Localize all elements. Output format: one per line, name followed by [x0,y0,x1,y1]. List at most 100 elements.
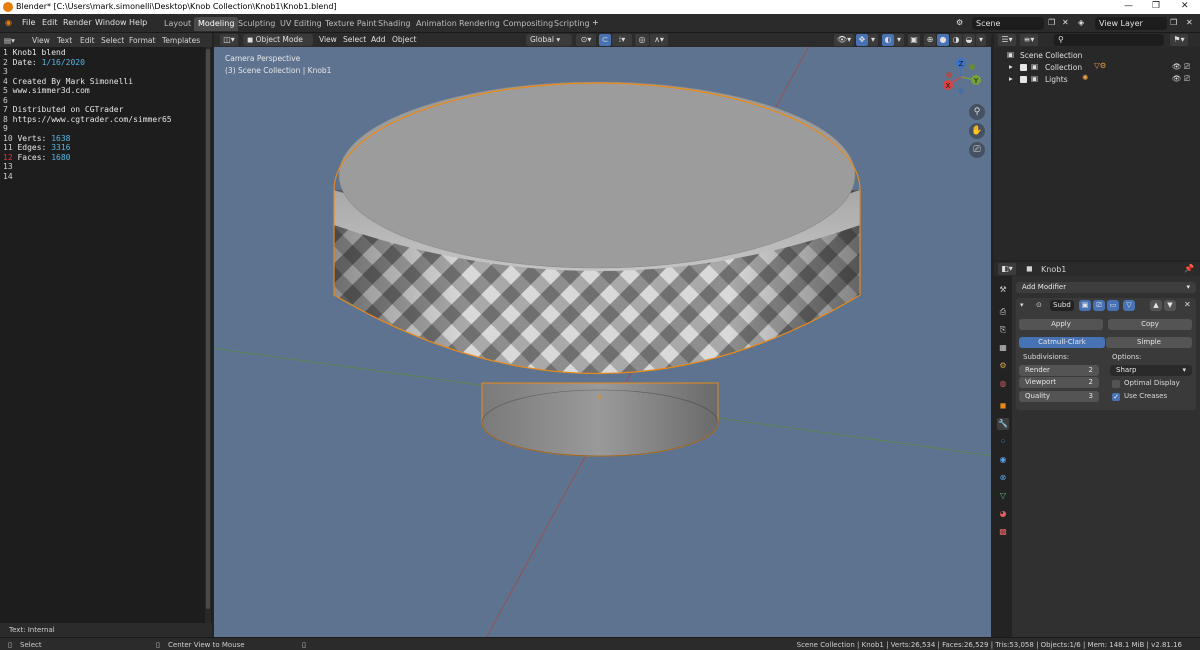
eye-icon[interactable]: 👁 [1172,62,1182,71]
vp-menu-add[interactable]: Add [371,35,386,44]
viewport-scene[interactable] [214,47,991,637]
gizmo-dropdown-icon[interactable]: ▾ [868,34,878,46]
te-menu-edit[interactable]: Edit [80,36,95,45]
snap-target-icon[interactable]: ⁞▾ [612,34,632,46]
menu-render[interactable]: Render [63,18,91,27]
tab-layout[interactable]: Layout [160,17,195,31]
quality-field[interactable]: Quality 3 [1019,391,1099,402]
apply-button[interactable]: Apply [1019,319,1103,330]
eye-icon[interactable]: 👁 [1172,74,1182,83]
simple-button[interactable]: Simple [1106,337,1192,348]
menu-file[interactable]: File [22,18,35,27]
zoom-icon[interactable]: ⚲ [969,104,985,120]
use-creases-checkbox[interactable]: ✓ [1112,393,1120,401]
te-menu-format[interactable]: Format [129,36,155,45]
text-line[interactable]: 6 [3,96,13,106]
delete-view-layer-icon[interactable]: ✕ [1186,18,1193,27]
tab-modeling[interactable]: Modeling [194,17,239,31]
world-tab-icon[interactable]: ◍ [997,378,1009,390]
edit-mode-toggle-icon[interactable]: ▣ [1079,300,1091,311]
rendered-shading-icon[interactable]: ◒ [963,34,975,46]
text-editor-scrollbar[interactable] [205,47,211,627]
view-layer-tab-icon[interactable]: ▦ [997,342,1009,354]
outliner-scene-collection[interactable]: ▣ Scene Collection [994,49,1200,61]
tab-animation[interactable]: Animation [412,17,461,31]
outliner-row-lights[interactable]: ▸ ▣ Lights ✺ 👁 ⎚ [994,73,1200,85]
move-up-icon[interactable]: ▲ [1150,300,1162,311]
view-layer-selector[interactable]: View Layer [1095,17,1167,30]
proportional-edit-icon[interactable]: ◎ [635,34,649,46]
exclude-checkbox[interactable] [1020,64,1027,71]
tab-rendering[interactable]: Rendering [455,17,504,31]
camera-view-icon[interactable]: ⎚ [969,142,985,158]
remove-modifier-icon[interactable]: ✕ [1184,300,1191,309]
xray-icon[interactable]: ▣ [908,34,920,46]
constraints-tab-icon[interactable]: ⊗ [997,472,1009,484]
close-window-button[interactable]: ✕ [1181,1,1189,11]
modifier-tab-icon[interactable]: 🔧 [997,418,1009,430]
render-toggle-icon[interactable]: ⎚ [1093,300,1105,311]
tab-texture-paint[interactable]: Texture Paint [321,17,381,31]
vp-menu-view[interactable]: View [319,35,337,44]
uv-smooth-dropdown[interactable]: Sharp ▾ [1110,365,1192,376]
new-scene-icon[interactable]: ❐ [1048,18,1055,27]
overlay-dropdown-icon[interactable]: ▾ [894,34,904,46]
menu-help[interactable]: Help [129,18,147,27]
blender-menu-icon[interactable]: ◉ [5,18,12,27]
render-camera-icon[interactable]: ⎚ [1184,62,1190,72]
text-line[interactable]: 3 [3,67,13,77]
scene-tab-icon[interactable]: ⚙ [997,360,1009,372]
collapse-arrow-icon[interactable]: ▾ [1020,301,1024,309]
text-line[interactable]: 11 Edges: 3316 [3,143,70,153]
properties-editor-type-icon[interactable]: ◧▾ [998,263,1016,275]
te-menu-select[interactable]: Select [101,36,124,45]
scene-icon[interactable]: ⚙ [956,18,963,27]
move-down-icon[interactable]: ▼ [1164,300,1176,311]
text-line[interactable]: 4 Created By Mark Simonelli [3,77,133,87]
material-shading-icon[interactable]: ◑ [950,34,962,46]
text-line[interactable]: 1 Knob1 blend [3,48,66,58]
material-tab-icon[interactable]: ◕ [997,508,1009,520]
add-workspace-button[interactable]: + [592,18,599,27]
tab-uv-editing[interactable]: UV Editing [276,17,326,31]
minimize-button[interactable]: — [1124,1,1133,11]
wireframe-shading-icon[interactable]: ⊕ [924,34,936,46]
object-mode-dropdown[interactable]: ◼ Object Mode [243,34,313,46]
vp-menu-select[interactable]: Select [343,35,366,44]
output-tab-icon[interactable]: ⎘ [997,324,1009,336]
physics-tab-icon[interactable]: ◉ [997,454,1009,466]
data-tab-icon[interactable]: ▽ [997,490,1009,502]
viewport-levels-field[interactable]: Viewport 2 [1019,377,1099,388]
cage-toggle-icon[interactable]: ▽ [1123,300,1135,311]
snap-icon[interactable]: ⊂ [599,34,611,46]
viewport-editor-type-icon[interactable]: ◫▾ [220,34,238,46]
outliner-row-collection[interactable]: ▸ ▣ Collection ▽⚙ 👁 ⎚ [994,61,1200,73]
modifier-name-field[interactable]: Subd [1050,300,1074,311]
te-menu-text[interactable]: Text [57,36,72,45]
add-modifier-dropdown[interactable]: Add Modifier ▾ [1016,282,1196,293]
pin-icon[interactable]: 📌 [1184,264,1194,273]
text-line[interactable]: 2 Date: 1/16/2020 [3,58,85,68]
transform-orientation-dropdown[interactable]: Global ▾ [526,34,572,46]
exclude-checkbox[interactable] [1020,76,1027,83]
optimal-display-checkbox[interactable] [1112,380,1120,388]
editor-type-icon[interactable]: ▤▾ [4,36,15,45]
tab-compositing[interactable]: Compositing [499,17,557,31]
display-mode-icon[interactable]: ≡▾ [1020,34,1038,46]
text-line[interactable]: 14 [3,172,17,182]
maximize-button[interactable]: ❐ [1152,1,1160,11]
render-levels-field[interactable]: Render 2 [1019,365,1099,376]
text-line[interactable]: 10 Verts: 1638 [3,134,70,144]
render-camera-icon[interactable]: ⎚ [1184,74,1190,84]
text-line[interactable]: 8 https://www.cgtrader.com/simmer65 [3,115,172,125]
text-line[interactable]: 9 [3,124,13,134]
visibility-icon[interactable]: 👁▾ [834,34,854,46]
render-tab-icon[interactable]: ⎙ [997,306,1009,318]
outliner-editor-type-icon[interactable]: ☰▾ [998,34,1016,46]
tab-scripting[interactable]: Scripting [550,17,594,31]
tab-sculpting[interactable]: Sculpting [234,17,279,31]
delete-scene-icon[interactable]: ✕ [1062,18,1069,27]
tool-tab-icon[interactable]: ⚒ [997,284,1009,296]
3d-viewport[interactable]: Camera Perspective (3) Scene Collection … [214,47,991,637]
particles-tab-icon[interactable]: ⁘ [997,436,1009,448]
